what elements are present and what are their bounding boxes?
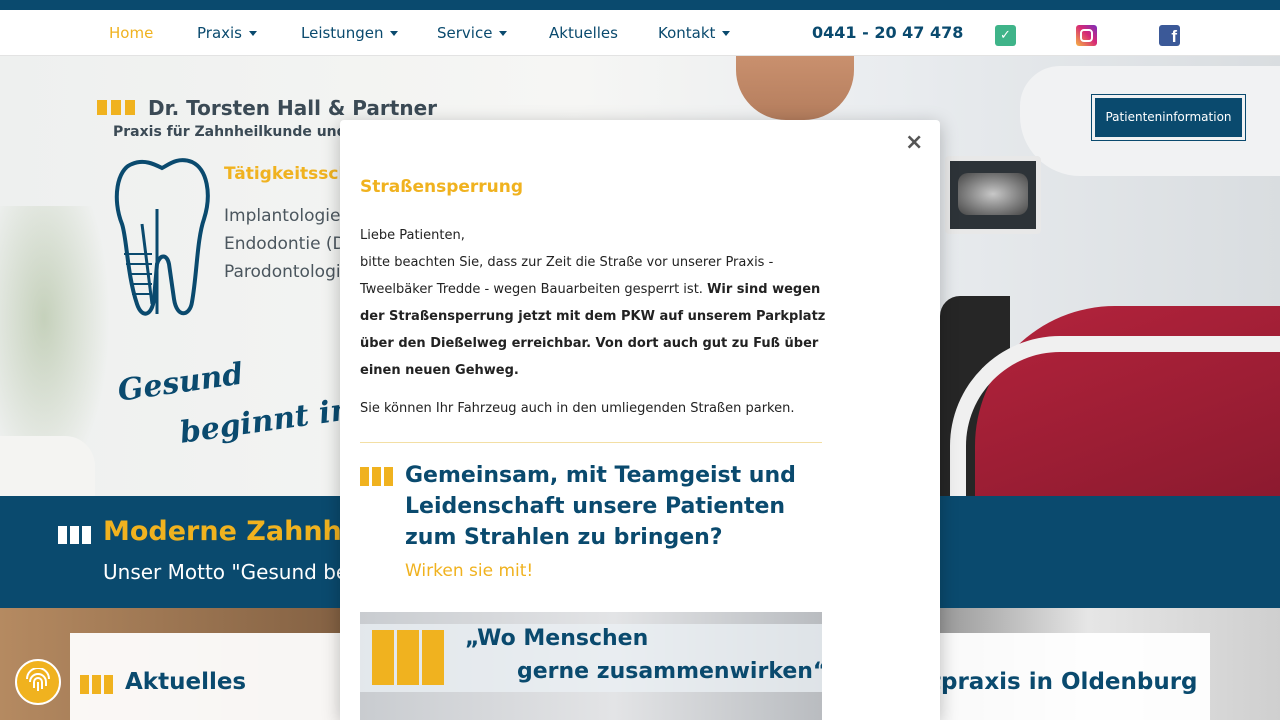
road-closure-modal: × Straßensperrung Liebe Patienten, bitte… bbox=[340, 120, 940, 720]
modal-heading: Straßensperrung bbox=[360, 177, 524, 197]
join-us-link[interactable]: Wirken sie mit! bbox=[405, 561, 533, 581]
image-quote-line: „Wo Menschen bbox=[465, 626, 649, 651]
modal-bars-icon bbox=[360, 467, 396, 490]
modal-body-text: Liebe Patienten, bitte beachten Sie, das… bbox=[360, 222, 830, 384]
modal-line: Tweelbäker Tredde - wegen Bauarbeiten ge… bbox=[360, 282, 703, 297]
modal-greeting: Liebe Patienten, bbox=[360, 228, 465, 243]
modal-parking-text: Sie können Ihr Fahrzeug auch in den umli… bbox=[360, 401, 795, 416]
modal-line: bitte beachten Sie, dass zur Zeit die St… bbox=[360, 255, 774, 270]
image-bars-icon bbox=[372, 630, 447, 689]
team-image[interactable]: „Wo Menschen gerne zusammenwirken“ bbox=[360, 612, 822, 720]
close-icon[interactable]: × bbox=[905, 130, 923, 155]
divider bbox=[360, 442, 822, 443]
job-teaser-title: Gemeinsam, mit Teamgeist und Leidenschaf… bbox=[405, 463, 796, 550]
image-quote-line: gerne zusammenwirken“ bbox=[517, 659, 822, 684]
